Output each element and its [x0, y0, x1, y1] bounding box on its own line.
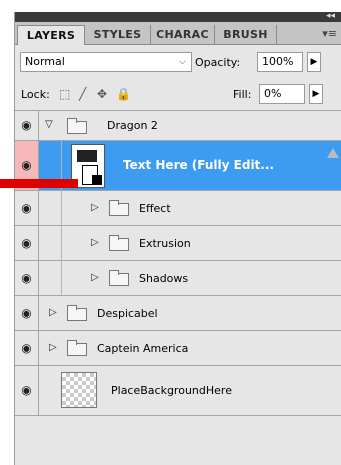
layer-name: Extrusion — [139, 237, 191, 250]
layer-name: Text Here (Fully Edit... — [123, 158, 274, 172]
expand-triangle-icon[interactable]: ▷ — [91, 272, 99, 283]
layer-row-dragon-2[interactable]: ◉ ▽ Dragon 2 — [15, 111, 341, 141]
layer-name: Dragon 2 — [107, 119, 158, 132]
tab-styles[interactable]: STYLES — [85, 25, 151, 44]
tab-layers[interactable]: LAYERS — [17, 25, 85, 45]
fill-slider-button[interactable]: ▶ — [309, 84, 323, 104]
folder-icon — [67, 340, 87, 356]
lock-transparent-icon[interactable]: ⬚ — [59, 87, 70, 101]
layer-row-extrusion[interactable]: ◉ ▷ Extrusion — [15, 226, 341, 261]
layer-indent — [39, 261, 62, 295]
layer-row-shadows[interactable]: ◉ ▷ Shadows — [15, 261, 341, 296]
eye-icon[interactable]: ◉ — [15, 261, 39, 295]
fill-label: Fill: — [233, 88, 252, 101]
blend-mode-select[interactable]: Normal ⌵ — [20, 52, 192, 72]
tab-brush[interactable]: BRUSH — [215, 25, 277, 44]
tab-character[interactable]: CHARAC — [151, 25, 215, 44]
move-icon[interactable]: ✥ — [97, 87, 107, 101]
folder-icon — [109, 200, 129, 216]
expand-triangle-icon[interactable]: ▷ — [49, 342, 57, 353]
expand-triangle-icon[interactable]: ▷ — [91, 237, 99, 248]
layer-name: PlaceBackgroundHere — [111, 384, 232, 397]
scroll-up-arrow-icon[interactable] — [327, 148, 339, 158]
layer-row-effect[interactable]: ◉ ▷ Effect — [15, 191, 341, 226]
opacity-input[interactable]: 100% — [257, 52, 303, 72]
layer-row-despicabel[interactable]: ◉ ▷ Despicabel — [15, 296, 341, 331]
brush-icon[interactable]: ╱ — [79, 87, 86, 101]
expand-triangle-icon[interactable]: ▽ — [45, 119, 53, 130]
fill-input[interactable]: 0% — [259, 84, 305, 104]
layer-indent — [39, 191, 62, 225]
lock-icon[interactable]: 🔒 — [116, 87, 131, 101]
annotation-arrow — [0, 179, 78, 188]
lock-label: Lock: — [21, 88, 50, 101]
chevron-down-icon: ⌵ — [179, 57, 186, 67]
folder-icon — [109, 235, 129, 251]
eye-icon[interactable]: ◉ — [15, 296, 39, 330]
folder-icon — [67, 118, 87, 134]
lock-fill-row: Lock: ⬚ ╱ ✥ 🔒 Fill: 0% ▶ — [15, 78, 341, 111]
opacity-label: Opacity: — [195, 56, 241, 69]
opacity-slider-button[interactable]: ▶ — [307, 52, 321, 72]
thumbnail-logo-icon — [77, 150, 97, 162]
layer-name: Despicabel — [97, 307, 158, 320]
blend-mode-value: Normal — [25, 55, 65, 68]
layers-panel: ◂◂ LAYERS STYLES CHARAC BRUSH ▾≡ Normal … — [14, 12, 341, 465]
layer-indent — [39, 226, 62, 260]
layer-row-background[interactable]: ◉ PlaceBackgroundHere — [15, 366, 341, 416]
eye-icon[interactable]: ◉ — [15, 366, 39, 415]
panel-title-bar: ◂◂ — [15, 12, 341, 22]
eye-icon[interactable]: ◉ — [15, 226, 39, 260]
transparent-layer-thumbnail — [61, 372, 97, 408]
layer-name: Effect — [139, 202, 171, 215]
panel-menu-icon[interactable]: ▾≡ — [322, 27, 337, 40]
layer-name: Captein America — [97, 342, 189, 355]
smart-object-badge-icon — [92, 175, 102, 185]
eye-icon[interactable]: ◉ — [15, 111, 39, 140]
eye-icon[interactable]: ◉ — [15, 331, 39, 365]
expand-triangle-icon[interactable]: ▷ — [91, 202, 99, 213]
panel-tab-bar: LAYERS STYLES CHARAC BRUSH ▾≡ — [15, 22, 341, 45]
folder-icon — [109, 270, 129, 286]
layer-name: Shadows — [139, 272, 189, 285]
collapse-panel-icon[interactable]: ◂◂ — [326, 12, 335, 21]
blend-opacity-row: Normal ⌵ Opacity: 100% ▶ — [15, 46, 341, 78]
expand-triangle-icon[interactable]: ▷ — [49, 307, 57, 318]
eye-icon[interactable]: ◉ — [15, 191, 39, 225]
layer-row-captein-america[interactable]: ◉ ▷ Captein America — [15, 331, 341, 366]
folder-icon — [67, 305, 87, 321]
